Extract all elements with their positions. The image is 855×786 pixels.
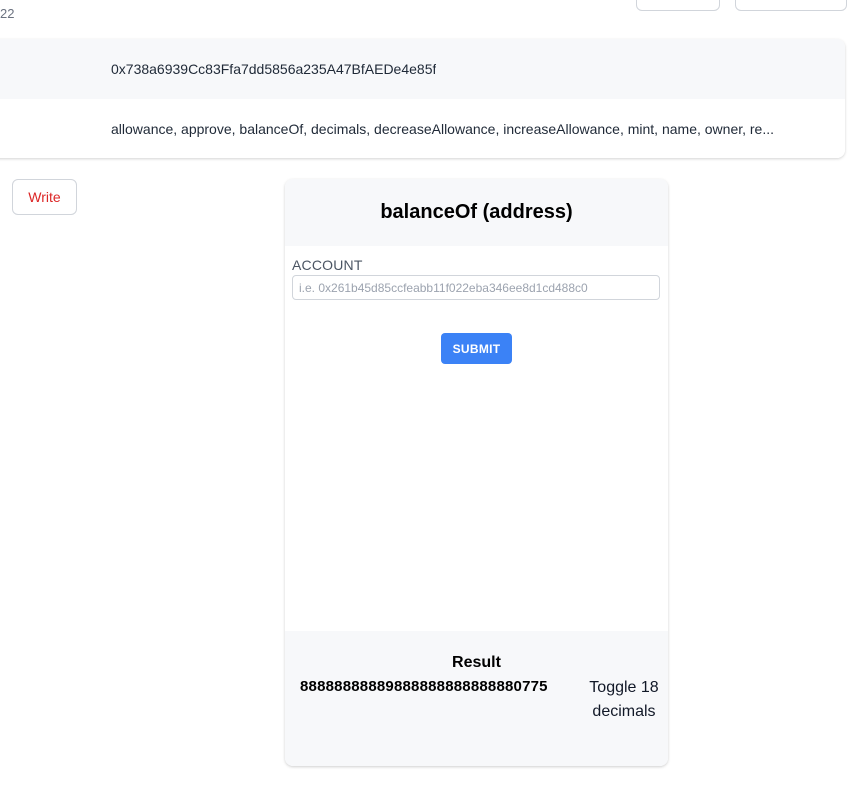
function-title: balanceOf (address) xyxy=(285,179,668,246)
function-card: balanceOf (address) ACCOUNT SUBMIT Resul… xyxy=(285,179,668,766)
contract-methods: allowance, approve, balanceOf, decimals,… xyxy=(111,120,775,137)
contract-methods-row: allowance, approve, balanceOf, decimals,… xyxy=(0,99,845,158)
result-panel: Result 88888888889888888888888880775 Tog… xyxy=(285,631,668,766)
result-value: 88888888889888888888888880775 xyxy=(300,678,548,695)
page: 22 0x738a6939Cc83Ffa7dd5856a235A47BfAEDe… xyxy=(0,0,855,786)
account-field-label: ACCOUNT xyxy=(292,257,363,273)
contract-address: 0x738a6939Cc83Ffa7dd5856a235A47BfAEDe4e8… xyxy=(111,61,437,77)
top-number-text: 22 xyxy=(0,6,15,21)
result-title: Result xyxy=(452,654,501,671)
submit-button[interactable]: SUBMIT xyxy=(441,333,512,364)
top-button-right[interactable] xyxy=(735,0,847,11)
account-input[interactable] xyxy=(292,275,660,300)
contract-address-row: 0x738a6939Cc83Ffa7dd5856a235A47BfAEDe4e8… xyxy=(0,39,845,99)
function-form: ACCOUNT SUBMIT xyxy=(285,246,668,631)
contract-info-card: 0x738a6939Cc83Ffa7dd5856a235A47BfAEDe4e8… xyxy=(0,39,845,158)
top-button-left[interactable] xyxy=(636,0,720,11)
toggle-decimals-button[interactable]: Toggle 18 decimals xyxy=(585,676,663,724)
write-button[interactable]: Write xyxy=(12,179,77,215)
